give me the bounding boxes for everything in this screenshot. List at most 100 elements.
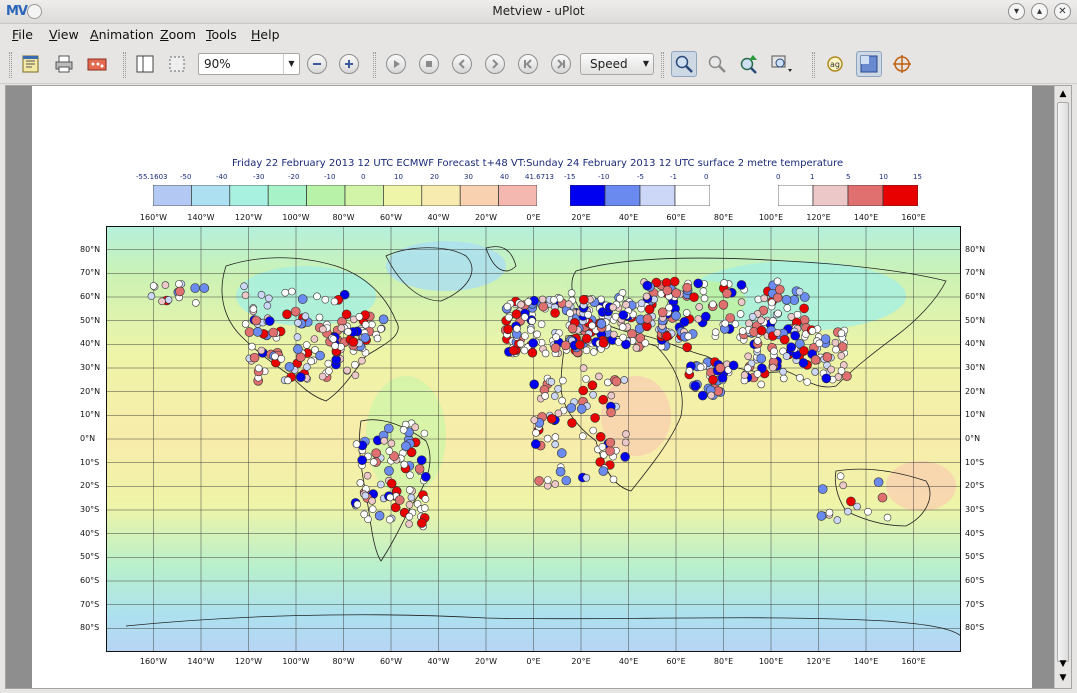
zoom-in-icon[interactable] xyxy=(336,51,362,77)
zoom-stack-icon[interactable] xyxy=(704,51,730,77)
first-frame-icon[interactable] xyxy=(515,51,541,77)
zoom-tool-icon[interactable] xyxy=(671,51,697,77)
observation-point xyxy=(521,332,529,340)
observation-point xyxy=(799,346,809,356)
observation-point xyxy=(373,334,382,343)
svg-text:ag: ag xyxy=(830,60,840,69)
lon-label: 80°W xyxy=(332,657,355,666)
toolbar-grip[interactable] xyxy=(9,52,12,78)
observation-point xyxy=(589,391,597,399)
legend-swatch xyxy=(383,185,423,206)
observation-point xyxy=(671,310,681,321)
observation-point xyxy=(192,299,200,307)
observation-point xyxy=(695,303,704,311)
close-button[interactable]: ✕ xyxy=(1054,3,1071,20)
menu-tools[interactable]: Tools xyxy=(206,27,237,42)
observation-point xyxy=(611,376,622,387)
toolbar-grip[interactable] xyxy=(123,52,126,78)
lon-label: 60°E xyxy=(666,213,686,222)
layers-icon[interactable] xyxy=(856,51,882,77)
toolbar-grip[interactable] xyxy=(373,52,376,78)
sidebar-icon[interactable] xyxy=(132,51,158,77)
observation-point xyxy=(244,327,255,337)
observation-point xyxy=(822,352,833,362)
observation-point xyxy=(310,335,319,343)
observation-point xyxy=(757,316,765,324)
observation-point xyxy=(325,367,333,375)
observation-point xyxy=(774,309,782,318)
observation-point xyxy=(358,356,366,365)
zoom-up-icon[interactable] xyxy=(736,51,762,77)
toolbar-grip[interactable] xyxy=(661,52,664,78)
observation-point xyxy=(753,337,762,345)
legend-swatch xyxy=(674,185,710,206)
observation-point xyxy=(587,380,598,391)
scroll-up-icon[interactable]: ▲ xyxy=(1057,88,1069,100)
observation-point xyxy=(837,367,846,375)
toolbar-grip[interactable] xyxy=(812,52,815,78)
observation-point xyxy=(190,283,200,293)
lon-label: 20°W xyxy=(474,213,498,222)
scroll-down-icon[interactable]: ▼ xyxy=(1057,672,1069,684)
observation-point xyxy=(376,480,385,489)
observation-point xyxy=(607,391,616,400)
observation-point xyxy=(400,460,409,469)
observation-point xyxy=(575,340,585,350)
observation-point xyxy=(795,374,804,382)
zoom-area-icon[interactable] xyxy=(769,51,795,77)
observation-point xyxy=(717,373,728,383)
observation-point xyxy=(416,455,427,465)
observation-point xyxy=(337,324,346,332)
observation-point xyxy=(616,294,624,303)
stop-icon[interactable] xyxy=(416,51,442,77)
save-image-icon[interactable] xyxy=(84,51,110,77)
scroll-down-icon[interactable]: ▼ xyxy=(1057,658,1069,670)
zoom-level-select[interactable]: 90% ▼ xyxy=(198,53,300,75)
play-icon[interactable] xyxy=(383,51,409,77)
observation-point xyxy=(241,320,250,328)
select-icon[interactable] xyxy=(164,51,190,77)
lon-label: 20°E xyxy=(571,657,591,666)
cursor-data-icon[interactable] xyxy=(889,51,915,77)
observation-point xyxy=(618,323,627,331)
observation-point xyxy=(263,301,272,310)
magnifier-icon[interactable]: ag xyxy=(822,51,848,77)
observation-point xyxy=(416,518,427,528)
observation-point xyxy=(803,378,812,386)
observation-point xyxy=(661,331,672,342)
last-frame-icon[interactable] xyxy=(548,51,574,77)
export-icon[interactable] xyxy=(18,51,44,77)
menu-animation[interactable]: Animation xyxy=(90,27,154,42)
speed-button[interactable]: Speed ▼ xyxy=(580,53,654,75)
world-map[interactable] xyxy=(106,226,961,652)
observation-point xyxy=(383,423,394,434)
observation-point xyxy=(248,342,256,351)
previous-icon[interactable] xyxy=(449,51,475,77)
menu-file[interactable]: File xyxy=(12,27,33,42)
observation-point xyxy=(567,323,578,334)
menu-zoom[interactable]: Zoom xyxy=(160,27,196,42)
minimize-button[interactable]: ▾ xyxy=(1008,3,1025,20)
observation-point xyxy=(384,466,394,476)
next-icon[interactable] xyxy=(482,51,508,77)
print-icon[interactable] xyxy=(51,51,77,77)
legend-swatch xyxy=(191,185,231,206)
menu-help[interactable]: Help xyxy=(251,27,280,42)
lon-label: 160°W xyxy=(139,657,168,666)
observation-point xyxy=(720,279,728,287)
plot-page[interactable]: Friday 22 February 2013 12 UTC ECMWF For… xyxy=(32,86,1032,688)
menu-view[interactable]: View xyxy=(49,27,79,42)
scrollbar-thumb[interactable] xyxy=(1057,102,1069,662)
observation-point xyxy=(618,310,629,320)
observation-point xyxy=(584,310,592,319)
observation-point xyxy=(517,300,525,309)
vertical-scrollbar[interactable]: ▲ ▼ ▼ xyxy=(1054,86,1071,688)
observation-point xyxy=(609,475,618,484)
zoom-out-icon[interactable] xyxy=(304,51,330,77)
observation-point xyxy=(582,346,591,355)
observation-point xyxy=(566,403,577,413)
lat-label: 30°S xyxy=(80,505,100,514)
observation-point xyxy=(401,441,411,451)
lat-label: 70°S xyxy=(80,599,100,609)
maximize-button[interactable]: ▴ xyxy=(1031,3,1048,20)
